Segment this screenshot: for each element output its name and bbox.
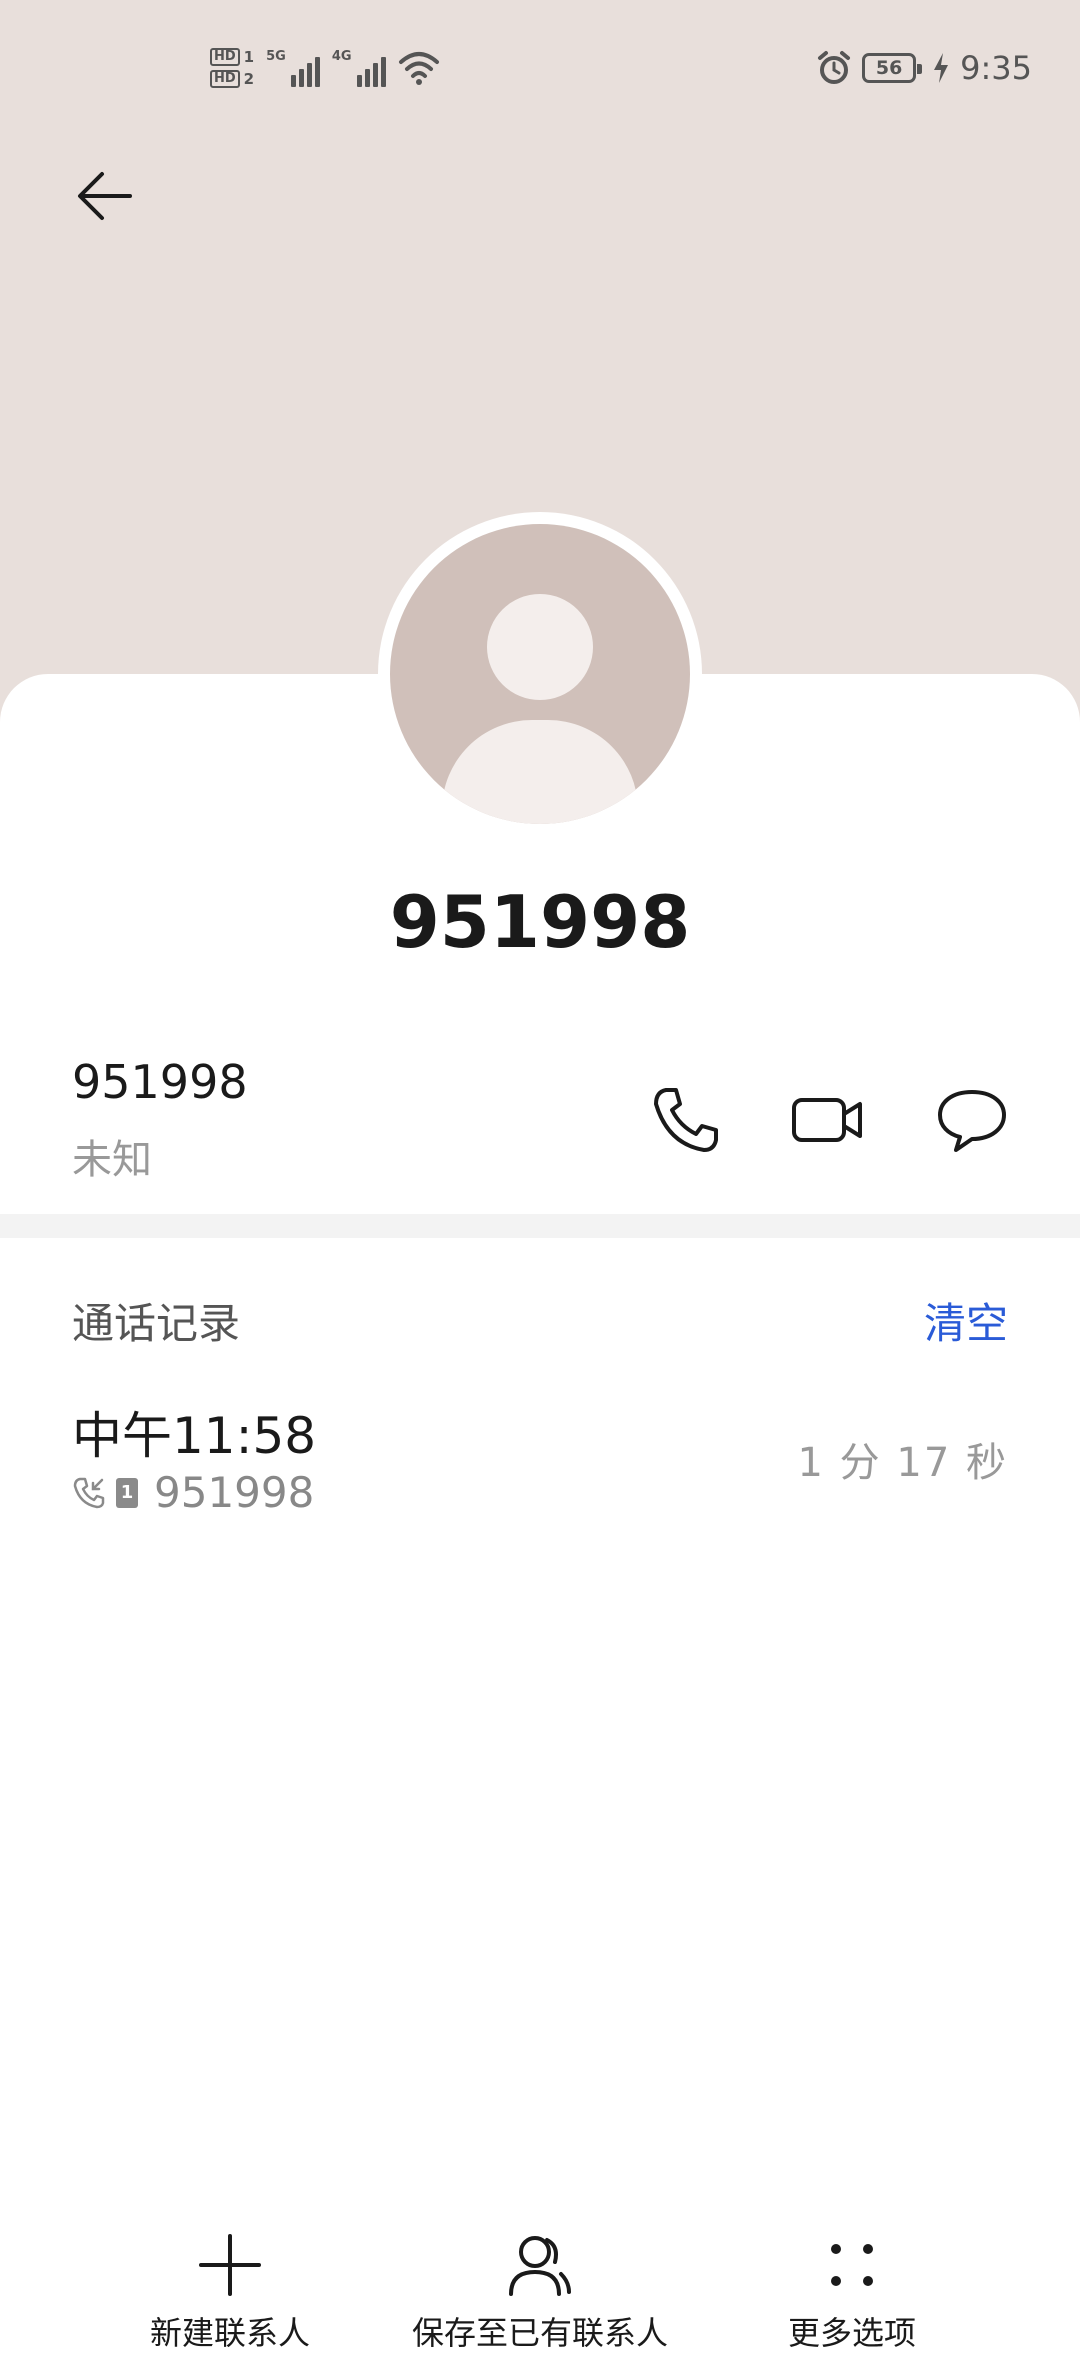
hd-indicator-1: HD 1 <box>210 48 254 66</box>
status-bar-left: HD 1 HD 2 5G 4G <box>210 38 440 98</box>
more-options-label: 更多选项 <box>787 2314 916 2352</box>
signal-4g-icon: 4G <box>332 49 386 87</box>
hd-indicator-2: HD 2 <box>210 70 254 88</box>
save-to-existing-contact-button[interactable]: 保存至已有联系人 <box>400 2230 680 2360</box>
call-time: 中午11:58 <box>72 1407 317 1465</box>
phone-number-row[interactable]: 951998 未知 <box>72 1055 248 1185</box>
hd-indicators: HD 1 HD 2 <box>210 48 254 88</box>
phone-number-type: 未知 <box>72 1137 152 1183</box>
message-icon[interactable] <box>934 1082 1010 1158</box>
plus-icon <box>199 2234 261 2296</box>
status-time: 9:35 <box>960 49 1032 87</box>
phone-number: 951998 <box>72 1055 248 1109</box>
contact-title: 951998 <box>389 880 691 964</box>
call-details: 1 951998 <box>72 1468 314 1517</box>
wifi-icon <box>398 52 439 85</box>
save-to-existing-contact-label: 保存至已有联系人 <box>411 2314 668 2352</box>
video-call-icon[interactable] <box>790 1082 866 1158</box>
avatar[interactable] <box>390 524 690 824</box>
new-contact-button[interactable]: 新建联系人 <box>130 2230 330 2360</box>
section-divider <box>0 1214 1080 1238</box>
charging-icon <box>934 53 949 83</box>
more-options-button[interactable]: 更多选项 <box>752 2230 952 2360</box>
status-bar-right: 56 9:35 <box>816 44 1032 92</box>
phone-call-icon[interactable] <box>648 1082 724 1158</box>
signal-5g-icon: 5G <box>266 49 320 87</box>
battery-icon: 56 <box>862 53 923 83</box>
sim-card-icon: 1 <box>116 1477 138 1508</box>
new-contact-label: 新建联系人 <box>149 2314 310 2352</box>
clear-call-log-button[interactable]: 清空 <box>924 1290 1008 1351</box>
alarm-icon <box>818 51 851 84</box>
call-log-title: 通话记录 <box>72 1299 241 1348</box>
call-duration: 1 分 17 秒 <box>797 1440 1008 1486</box>
incoming-call-icon <box>73 1477 105 1508</box>
back-arrow-icon[interactable] <box>70 160 142 232</box>
contact-person-icon <box>509 2236 571 2296</box>
call-number: 951998 <box>154 1468 315 1517</box>
contact-detail-screen: HD 1 HD 2 5G 4G 56 9:35 951998 951998 未知… <box>0 0 1080 2376</box>
avatar-head <box>487 594 593 700</box>
more-dots-icon <box>831 2244 873 2286</box>
avatar-body <box>442 720 638 824</box>
